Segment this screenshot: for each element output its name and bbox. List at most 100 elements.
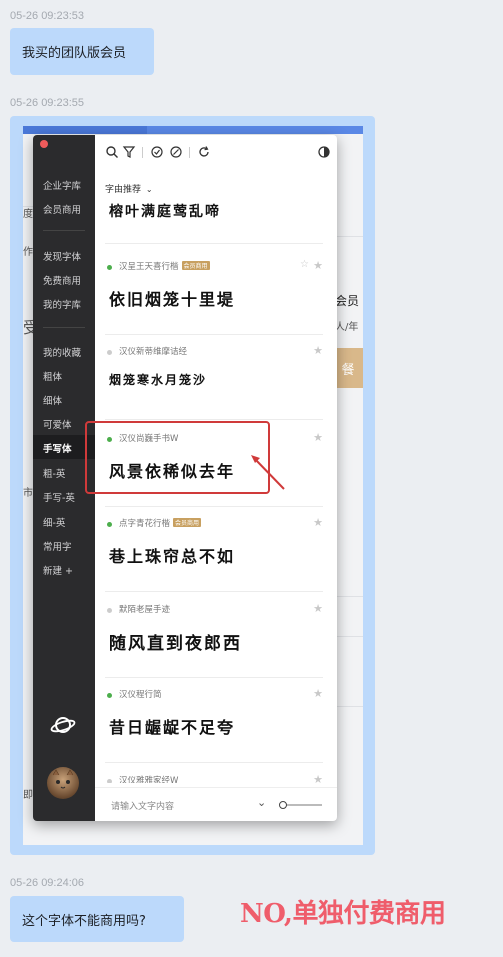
member-commercial-badge: 会员商用: [181, 261, 210, 270]
font-name: 汉仪雅雅家经W: [119, 774, 178, 783]
card-divider: [105, 677, 323, 678]
sidebar-divider: [43, 230, 85, 231]
search-icon[interactable]: [105, 145, 119, 159]
sidebar-item-bold[interactable]: 粗体: [43, 369, 62, 383]
font-sample-text: 昔日龌龊不足夸: [109, 718, 236, 737]
status-dot: [107, 522, 112, 527]
bg-text: 餐: [341, 362, 355, 378]
card-divider: [105, 334, 323, 335]
sidebar-item-handwriting-en[interactable]: 手写-英: [43, 490, 75, 504]
toolbar-separator: [189, 147, 190, 158]
favorite-star-icon[interactable]: ★: [313, 259, 323, 272]
sidebar-item-free-commercial[interactable]: 免费商用: [43, 273, 81, 287]
annotation-text: NO,单独付费商用: [240, 899, 446, 929]
font-name-text: 点字青花行楷: [119, 519, 171, 529]
user-avatar[interactable]: [47, 767, 79, 799]
favorite-star-icon[interactable]: ★: [313, 773, 323, 783]
sidebar-item-discover[interactable]: 发现字体: [43, 249, 81, 263]
sidebar-item-common-chars[interactable]: 常用字: [43, 539, 72, 553]
font-name-text: 默陌老屋手迹: [119, 605, 171, 615]
favorite-star-icon[interactable]: ★: [313, 602, 323, 615]
favorite-star-icon[interactable]: ★: [313, 431, 323, 444]
preview-text-input[interactable]: 请输入文字内容: [111, 799, 174, 812]
card-divider: [105, 419, 323, 420]
favorite-star-icon[interactable]: ★: [313, 516, 323, 529]
card-divider: [105, 762, 323, 763]
bg-text: 作: [23, 247, 33, 258]
section-title-text: 字由推荐: [105, 185, 142, 195]
slider-knob[interactable]: [279, 801, 287, 809]
font-name: 汉仪程行简: [119, 688, 162, 700]
font-name: 点字青花行楷 会员商用: [119, 517, 202, 529]
sidebar-item-thin[interactable]: 细体: [43, 393, 62, 407]
filter-icon[interactable]: [122, 145, 136, 159]
card-divider: [105, 243, 323, 244]
slash-circle-icon[interactable]: [169, 145, 183, 159]
status-dot: [107, 693, 112, 698]
message-text: 我买的团队版会员: [22, 46, 127, 61]
bg-header-bar-accent: [147, 126, 363, 134]
chat-message-bubble[interactable]: 这个字体不能商用吗?: [10, 896, 184, 942]
preview-input-bar: 请输入文字内容 ⌄: [95, 787, 337, 821]
toolbar-separator: [142, 147, 143, 158]
sidebar-item-cute[interactable]: 可爱体: [43, 417, 72, 431]
status-dot: [107, 265, 112, 270]
font-name-text: 汉仪新蒂维摩诘经: [119, 347, 188, 357]
font-name: 汉呈王天喜行楷 会员商用: [119, 260, 210, 272]
cat-avatar-icon: [52, 769, 74, 789]
bg-divider: [333, 636, 363, 637]
check-circle-icon[interactable]: [150, 145, 164, 159]
chevron-down-icon: ⌄: [145, 185, 153, 194]
sidebar-item-member-commercial[interactable]: 会员商用: [43, 202, 81, 216]
status-dot: [107, 350, 112, 355]
font-name-text: 汉仪程行简: [119, 690, 162, 700]
favorite-star-icon[interactable]: ★: [313, 687, 323, 700]
sidebar-item-my-collection[interactable]: 我的收藏: [43, 345, 81, 359]
message-text: 这个字体不能商用吗?: [22, 913, 146, 929]
sidebar-item-my-library[interactable]: 我的字库: [43, 297, 81, 311]
bg-text: 市: [23, 488, 33, 499]
sidebar-item-thin-en[interactable]: 细-英: [43, 515, 65, 529]
section-title[interactable]: 字由推荐 ⌄: [105, 182, 153, 195]
font-name: 默陌老屋手迹: [119, 603, 170, 615]
font-sample-text: 随风直到夜郎西: [109, 634, 242, 654]
chevron-down-icon[interactable]: ⌄: [257, 796, 266, 809]
font-size-slider[interactable]: [279, 801, 322, 809]
close-window-icon[interactable]: [40, 140, 48, 148]
planet-icon[interactable]: [50, 713, 76, 737]
favorite-star-icon[interactable]: ★: [313, 344, 323, 357]
font-sample-text: 烟笼寒水月笼沙: [109, 373, 208, 387]
highlight-box: [85, 421, 270, 494]
card-divider: [105, 506, 323, 507]
chat-message-bubble[interactable]: 我买的团队版会员: [10, 28, 154, 75]
star-outline-icon[interactable]: ☆: [300, 259, 309, 270]
message-timestamp: 05-26 09:24:06: [10, 877, 85, 889]
message-timestamp: 05-26 09:23:55: [10, 97, 85, 109]
sidebar-item-handwriting[interactable]: 手写体: [43, 441, 72, 455]
font-name-text: 汉呈王天喜行楷: [119, 262, 179, 272]
bg-text: 人/年: [335, 322, 359, 333]
sidebar-divider: [43, 327, 85, 328]
bg-divider: [333, 706, 363, 707]
bg-divider: [333, 236, 363, 237]
bg-text: 度: [23, 209, 33, 220]
sidebar-item-bold-en[interactable]: 粗-英: [43, 466, 65, 480]
theme-icon[interactable]: [317, 145, 331, 159]
status-dot: [107, 608, 112, 613]
bg-divider: [333, 596, 363, 597]
member-commercial-badge: 会员商用: [173, 518, 202, 527]
sidebar-item-enterprise-library[interactable]: 企业字库: [43, 178, 81, 192]
font-sample-text: 巷上珠帘总不如: [109, 547, 236, 566]
font-sample-text: 榕叶满庭莺乱啼: [109, 204, 221, 220]
font-name-text: 汉仪雅雅家经W: [119, 776, 179, 783]
sidebar-item-new[interactable]: 新建 +: [43, 563, 73, 577]
bg-gold-button: 餐: [333, 348, 363, 388]
bg-text: 即: [23, 790, 33, 801]
status-dot: [107, 779, 112, 783]
refresh-icon[interactable]: [197, 145, 211, 159]
toolbar: [95, 135, 337, 173]
message-timestamp: 05-26 09:23:53: [10, 10, 85, 22]
bg-text: 会员: [335, 294, 360, 308]
font-sample-text: 依旧烟笼十里堤: [109, 290, 236, 309]
red-arrow-icon: [251, 455, 285, 490]
